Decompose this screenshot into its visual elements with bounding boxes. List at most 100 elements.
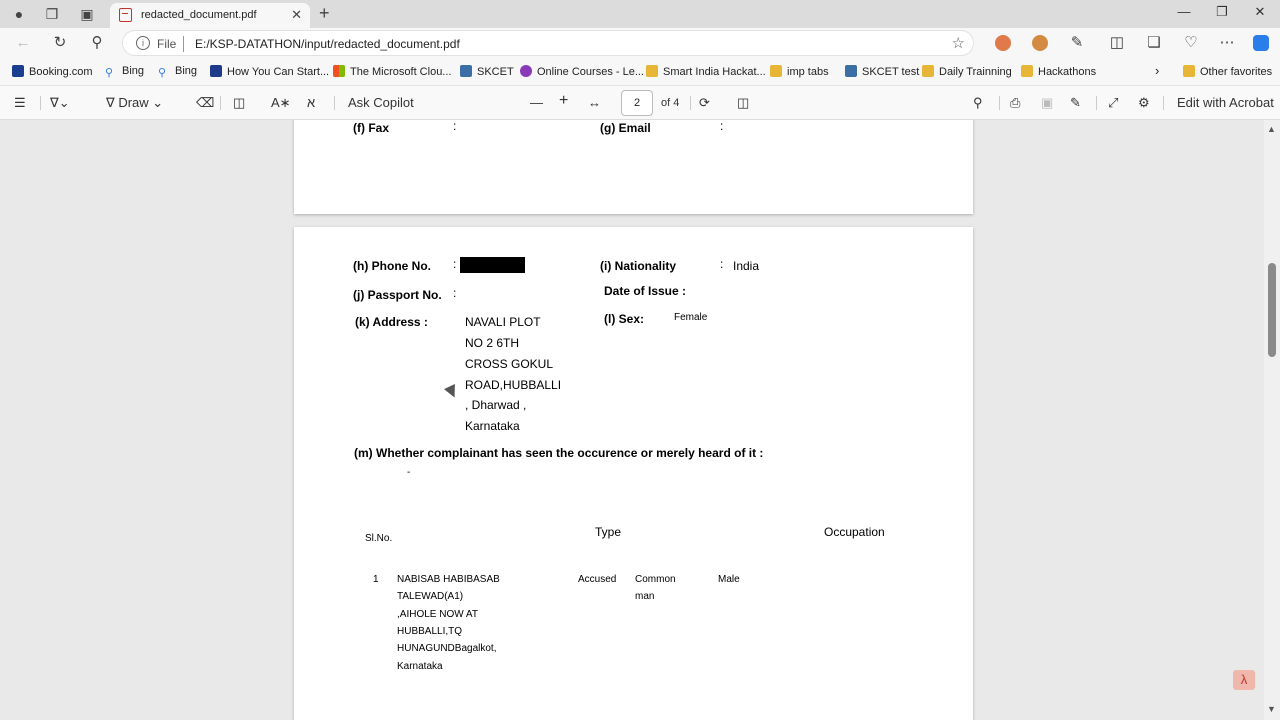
new-tab-icon[interactable]: + xyxy=(319,3,330,24)
text-box-icon[interactable]: ◫ xyxy=(233,95,245,111)
bookmark-label: Smart India Hackat... xyxy=(663,66,766,78)
ask-copilot-button[interactable]: Ask Copilot xyxy=(348,95,414,110)
find-icon[interactable]: ⚲ xyxy=(973,95,983,111)
redaction-box xyxy=(460,257,525,273)
save-as-icon[interactable]: ✎ xyxy=(1070,95,1081,111)
print-icon[interactable]: ⎙ xyxy=(1010,95,1020,111)
info-icon[interactable]: i xyxy=(136,36,150,50)
table-header-occupation: Occupation xyxy=(824,525,885,539)
zoom-out-icon[interactable]: — xyxy=(530,95,543,110)
address-url[interactable]: E:/KSP-DATATHON/input/redacted_document.… xyxy=(195,37,460,51)
settings-gear-icon[interactable]: ⚙ xyxy=(1138,95,1150,111)
scroll-up-icon[interactable]: ▲ xyxy=(1267,124,1276,134)
back-icon[interactable]: ← xyxy=(14,34,32,52)
split-screen-icon[interactable]: ◫ xyxy=(1108,34,1126,52)
passport-label: (j) Passport No. xyxy=(353,288,442,302)
page-number-input[interactable]: 2 xyxy=(621,90,653,116)
row-name-line: Karnataka xyxy=(397,661,443,672)
bookmark-item[interactable]: ⚲ Bing xyxy=(105,65,144,79)
bookmark-folder[interactable]: Hackathons xyxy=(1021,65,1096,78)
pdf-toolbar: ☰ ∇⌄ ∇ Draw ⌄ ⌫ ◫ A∗ א Ask Copilot — + ↔… xyxy=(0,86,1280,120)
date-of-issue-label: Date of Issue : xyxy=(604,284,687,298)
address-line: , Dharwad , xyxy=(465,398,527,412)
bookmark-label: Other favorites xyxy=(1200,66,1273,78)
bookmark-item[interactable]: The Microsoft Clou... xyxy=(333,65,451,78)
copilot-icon[interactable] xyxy=(1253,35,1269,51)
address-label: (k) Address : xyxy=(355,315,428,329)
draw-button[interactable]: ∇ Draw ⌄ xyxy=(106,95,163,111)
phone-colon: : xyxy=(453,257,457,271)
fit-page-icon[interactable]: ↔ xyxy=(588,95,601,110)
tab-actions-icon[interactable]: ▣ xyxy=(78,5,96,23)
bookmark-label: Hackathons xyxy=(1038,66,1097,78)
bookmarks-bar: Booking.com ⚲ Bing ⚲ Bing How You Can Star… xyxy=(0,58,1280,86)
bookmark-item[interactable]: SKCET xyxy=(460,65,514,78)
bookmark-label: Daily Trainning xyxy=(939,66,1012,78)
address-line: NO 2 6TH xyxy=(465,336,520,350)
complainant-question: (m) Whether complainant has seen the occ… xyxy=(354,446,764,460)
eraser-icon[interactable]: ⌫ xyxy=(196,95,214,111)
save-icon[interactable]: ▣ xyxy=(1041,95,1053,111)
bookmark-label: imp tabs xyxy=(787,66,829,78)
bookmark-folder[interactable]: imp tabs xyxy=(770,65,829,78)
bookmark-folder[interactable]: Daily Trainning xyxy=(922,65,1012,78)
bookmark-item[interactable]: How You Can Start... xyxy=(210,65,329,78)
bookmark-folder[interactable]: Smart India Hackat... xyxy=(646,65,766,78)
close-tab-icon[interactable]: ✕ xyxy=(291,7,302,23)
folder-icon xyxy=(1183,65,1195,77)
scrollbar-thumb[interactable] xyxy=(1268,263,1276,357)
toolbar-divider xyxy=(40,96,41,110)
maximize-icon[interactable]: ❐ xyxy=(1212,4,1232,20)
minimize-icon[interactable]: — xyxy=(1174,4,1194,19)
vertical-scrollbar[interactable]: ▲ ▼ xyxy=(1264,120,1280,720)
chevron-right-icon[interactable]: › xyxy=(1155,63,1159,78)
page-view-icon[interactable]: ◫ xyxy=(737,95,749,111)
address-bar[interactable]: i File E:/KSP-DATATHON/input/redacted_do… xyxy=(122,30,974,56)
bookmark-label: Online Courses - Le... xyxy=(537,66,644,78)
fullscreen-icon[interactable]: ⤢ xyxy=(1108,95,1118,111)
window-close-icon[interactable]: ✕ xyxy=(1250,4,1270,20)
profile-icon[interactable]: ● xyxy=(10,5,28,23)
other-favorites-folder[interactable]: Other favorites xyxy=(1183,65,1272,78)
zoom-in-icon[interactable]: + xyxy=(559,92,568,110)
bookmark-item[interactable]: Booking.com xyxy=(12,65,93,78)
acrobat-icon[interactable]: λ xyxy=(1233,670,1255,690)
bookmark-item[interactable]: Online Courses - Le... xyxy=(520,65,644,78)
toolbar-divider xyxy=(1096,96,1097,110)
read-aloud-icon[interactable]: A∗ xyxy=(271,95,291,111)
row-name-line: NABISAB HABIBASAB xyxy=(397,574,500,585)
extension-icon[interactable] xyxy=(995,35,1011,51)
pdf-viewer[interactable]: (f) Fax : (g) Email : (h) Phone No. : (i… xyxy=(0,120,1280,720)
translate-icon[interactable]: א xyxy=(307,95,315,110)
favorite-star-icon[interactable]: ☆ xyxy=(952,34,965,52)
active-tab[interactable]: redacted_document.pdf ✕ xyxy=(110,3,310,28)
more-menu-icon[interactable]: ⋯ xyxy=(1218,34,1236,52)
page-total: of 4 xyxy=(661,97,680,109)
contents-icon[interactable]: ☰ xyxy=(14,95,26,111)
address-divider xyxy=(183,36,184,52)
extensions-puzzle-icon[interactable]: ✎ xyxy=(1068,34,1086,52)
email-colon: : xyxy=(720,120,724,133)
row-name-line: ,AIHOLE NOW AT xyxy=(397,609,478,620)
toolbar-divider xyxy=(334,96,335,110)
scroll-down-icon[interactable]: ▼ xyxy=(1267,704,1276,714)
browser-essentials-icon[interactable]: ♡ xyxy=(1182,34,1200,52)
nationality-label: (i) Nationality xyxy=(600,259,677,273)
folder-icon xyxy=(1021,65,1033,77)
rotate-icon[interactable]: ⟳ xyxy=(699,95,710,111)
pdf-file-icon xyxy=(119,8,132,22)
collections-icon[interactable]: ❏ xyxy=(1145,34,1163,52)
refresh-icon[interactable]: ↻ xyxy=(51,34,69,52)
table-header-type: Type xyxy=(595,525,622,539)
edit-with-acrobat-button[interactable]: Edit with Acrobat xyxy=(1177,95,1274,110)
toolbar-divider xyxy=(220,96,221,110)
highlight-icon[interactable]: ∇⌄ xyxy=(50,95,70,111)
pdf-page-1: (f) Fax : (g) Email : xyxy=(294,120,973,214)
workspaces-icon[interactable]: ❐ xyxy=(43,5,61,23)
row-number: 1 xyxy=(373,574,379,585)
sex-label: (l) Sex: xyxy=(604,312,645,326)
extension-icon[interactable] xyxy=(1032,35,1048,51)
bookmark-item[interactable]: SKCET test xyxy=(845,65,919,78)
search-icon[interactable]: ⚲ xyxy=(88,34,106,52)
bookmark-item[interactable]: ⚲ Bing xyxy=(158,65,197,79)
